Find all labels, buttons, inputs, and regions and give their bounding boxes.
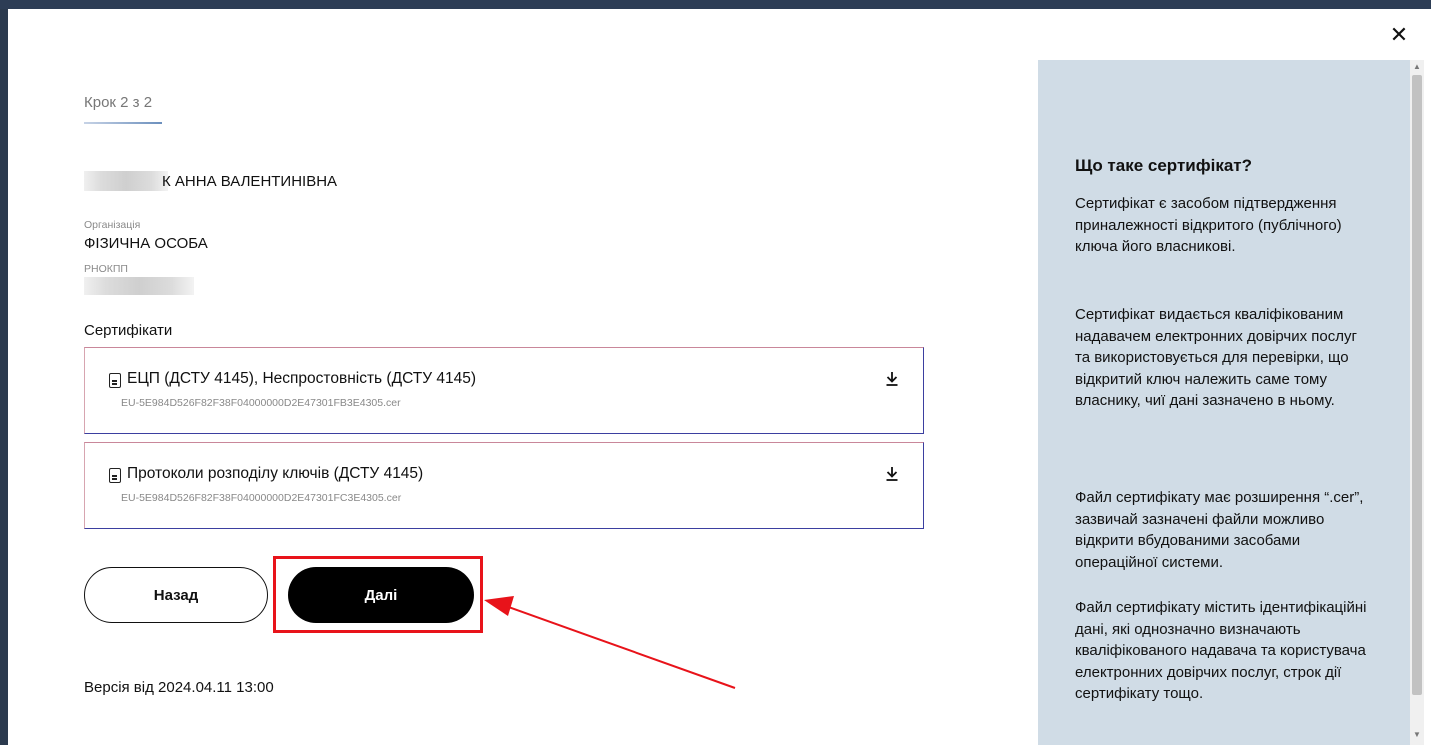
scroll-up-arrow-icon[interactable]: ▲ [1412,62,1422,72]
scrollbar-thumb[interactable] [1412,75,1422,695]
version-label: Версія від 2024.04.11 13:00 [84,679,274,696]
help-paragraph: Сертифікат видається кваліфікованим нада… [1075,306,1357,409]
scroll-down-arrow-icon[interactable]: ▼ [1412,730,1422,740]
help-title: Що таке сертифікат? [1075,156,1253,175]
help-paragraph: Сертифікат є засобом підтвердження прина… [1075,195,1342,255]
help-paragraph: Файл сертифікату має розширення “.cer”, … [1075,489,1364,571]
help-paragraph: Файл сертифікату містить ідентифікаційні… [1075,599,1367,702]
